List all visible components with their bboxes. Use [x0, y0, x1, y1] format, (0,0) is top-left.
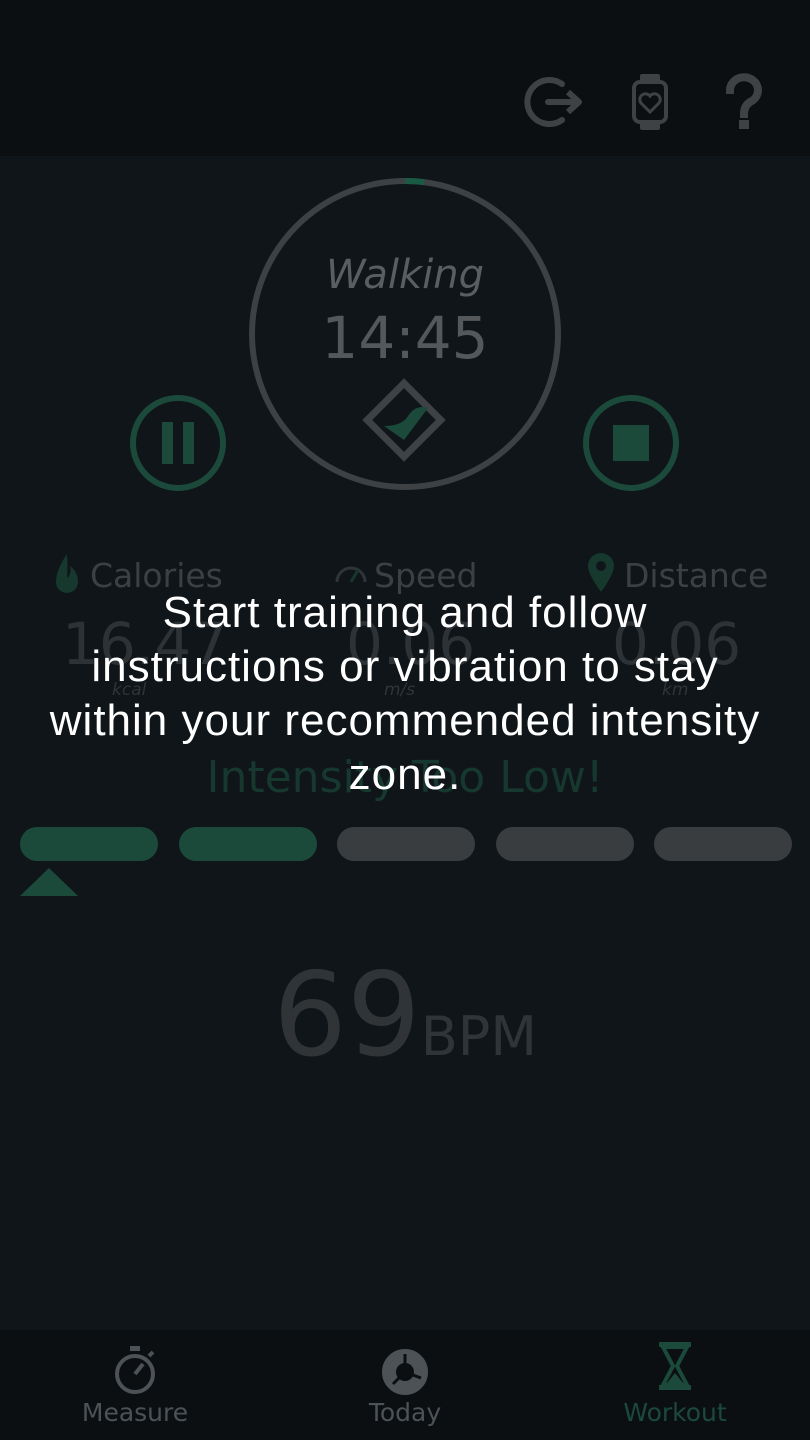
heart-rate-readout: 69BPM — [0, 948, 810, 1083]
activity-type: Walking — [325, 252, 484, 298]
exit-icon[interactable] — [522, 70, 586, 134]
stop-button[interactable] — [582, 394, 680, 492]
nav-measure-label: Measure — [81, 1398, 189, 1427]
nav-workout-label: Workout — [623, 1398, 727, 1427]
top-bar — [0, 0, 810, 156]
walking-zone-icon — [362, 378, 446, 462]
pause-button[interactable] — [129, 394, 227, 492]
intensity-zone-bar — [20, 827, 158, 861]
donut-chart-icon — [382, 1349, 428, 1395]
intensity-zone-bar — [495, 827, 634, 861]
nav-workout[interactable]: Workout — [575, 1330, 775, 1440]
intensity-zone-bar — [654, 827, 792, 861]
current-zone-marker — [20, 868, 78, 896]
hourglass-icon — [659, 1342, 691, 1390]
intensity-zone-bar — [178, 827, 317, 861]
speedometer-icon — [335, 566, 367, 583]
elapsed-time: 14:45 — [321, 304, 489, 372]
heart-rate-unit: BPM — [420, 1005, 537, 1068]
nav-measure[interactable]: Measure — [35, 1330, 235, 1440]
intensity-zone-bar — [337, 827, 475, 861]
watch-heart-icon[interactable] — [618, 70, 682, 134]
nav-today-label: Today — [368, 1398, 442, 1427]
heart-rate-value: 69 — [273, 948, 421, 1083]
stopwatch-icon — [115, 1346, 155, 1394]
help-icon[interactable] — [712, 70, 776, 134]
bottom-navigation: Measure Today Workout — [0, 1330, 810, 1440]
tutorial-overlay-message: Start training and follow instructions o… — [49, 588, 761, 799]
nav-today[interactable]: Today — [305, 1330, 505, 1440]
